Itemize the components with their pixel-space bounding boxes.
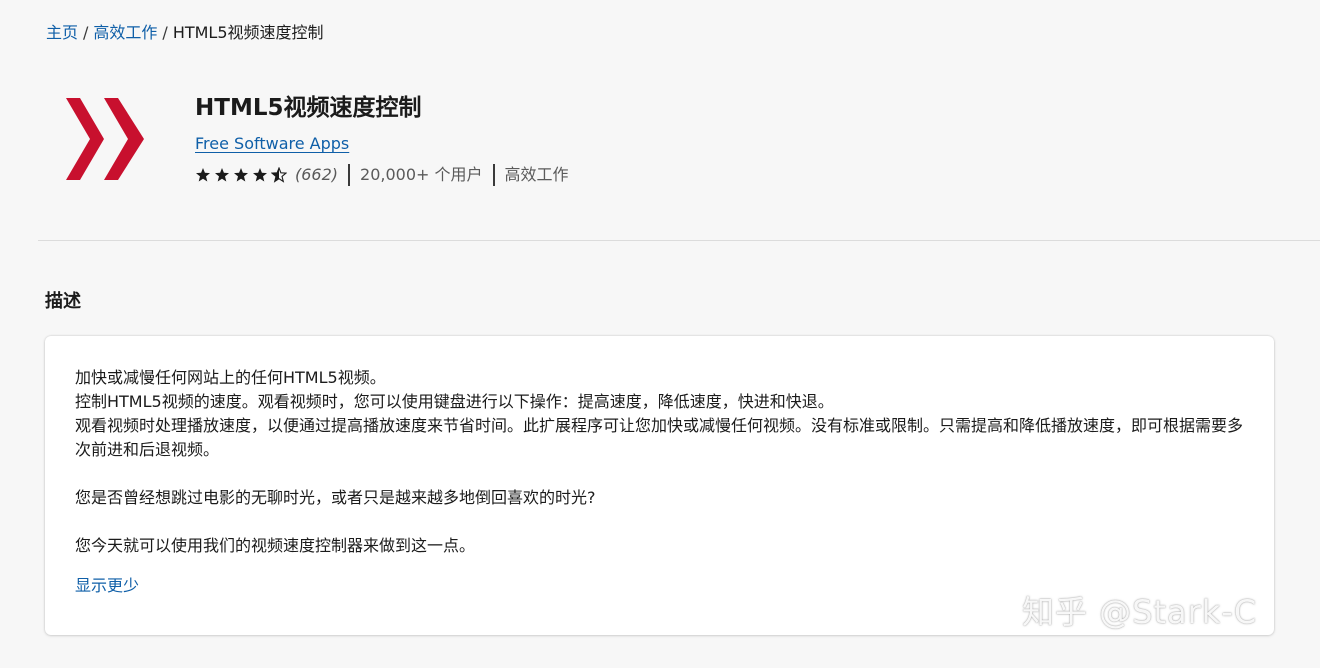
star-full-icon bbox=[253, 168, 267, 182]
description-paragraph: 加快或减慢任何网站上的任何HTML5视频。 bbox=[75, 368, 386, 387]
breadcrumb: 主页 / 高效工作 / HTML5视频速度控制 bbox=[46, 22, 324, 44]
description-paragraph: 您是否曾经想跳过电影的无聊时光，或者只是越来越多地倒回喜欢的时光? bbox=[75, 488, 596, 507]
star-full-icon bbox=[234, 168, 248, 182]
description-paragraph: 观看视频时处理播放速度，以便通过提高播放速度来节省时间。此扩展程序可让您加快或减… bbox=[75, 416, 1244, 459]
show-less-link[interactable]: 显示更少 bbox=[75, 574, 139, 598]
rating-count[interactable]: (662) bbox=[295, 163, 338, 187]
user-count: 20,000+ 个用户 bbox=[360, 165, 483, 184]
red-double-chevron-icon bbox=[60, 94, 150, 184]
breadcrumb-home-link[interactable]: 主页 bbox=[46, 23, 78, 42]
publisher-link[interactable]: Free Software Apps bbox=[195, 133, 349, 155]
description-body: 加快或减慢任何网站上的任何HTML5视频。 控制HTML5视频的速度。观看视频时… bbox=[75, 366, 1245, 558]
header-divider bbox=[38, 240, 1320, 241]
meta-divider bbox=[492, 164, 495, 186]
star-half-icon bbox=[271, 167, 287, 183]
description-paragraph: 您今天就可以使用我们的视频速度控制器来做到这一点。 bbox=[75, 536, 476, 555]
breadcrumb-separator: / bbox=[162, 23, 168, 42]
description-heading: 描述 bbox=[45, 291, 81, 312]
extension-meta: (662) 20,000+ 个用户 高效工作 bbox=[195, 163, 569, 187]
extension-title: HTML5视频速度控制 bbox=[195, 95, 422, 121]
rating-stars bbox=[195, 167, 287, 183]
breadcrumb-current: HTML5视频速度控制 bbox=[172, 23, 324, 42]
description-paragraph: 控制HTML5视频的速度。观看视频时，您可以使用键盘进行以下操作：提高速度，降低… bbox=[75, 392, 834, 411]
description-card: 加快或减慢任何网站上的任何HTML5视频。 控制HTML5视频的速度。观看视频时… bbox=[45, 336, 1274, 635]
meta-divider bbox=[348, 164, 351, 186]
breadcrumb-category-link[interactable]: 高效工作 bbox=[93, 23, 157, 42]
extension-detail-page: 主页 / 高效工作 / HTML5视频速度控制 HTML5视频速度控制 Free Sof… bbox=[0, 0, 1320, 668]
watermark: 知乎 @Stark-C bbox=[1022, 593, 1258, 631]
star-full-icon bbox=[215, 168, 229, 182]
category-label[interactable]: 高效工作 bbox=[505, 163, 569, 187]
star-full-icon bbox=[196, 168, 210, 182]
breadcrumb-separator: / bbox=[83, 23, 89, 42]
